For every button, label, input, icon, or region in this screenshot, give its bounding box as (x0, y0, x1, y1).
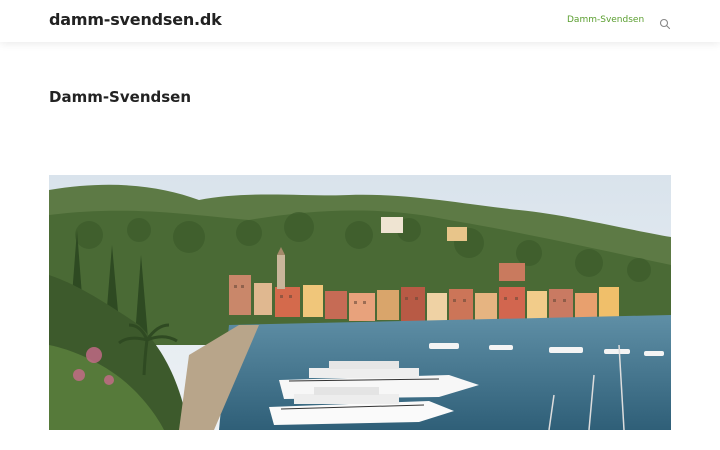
site-title-link[interactable]: damm-svendsen.dk (49, 10, 222, 29)
search-icon[interactable] (659, 15, 671, 30)
page-title: Damm-Svendsen (49, 88, 192, 106)
nav-item-damm-svendsen[interactable]: Damm-Svendsen (567, 15, 644, 25)
site-header: damm-svendsen.dk Damm-Svendsen (0, 0, 720, 42)
harbor-photo (49, 175, 671, 430)
hero-image (49, 175, 671, 430)
